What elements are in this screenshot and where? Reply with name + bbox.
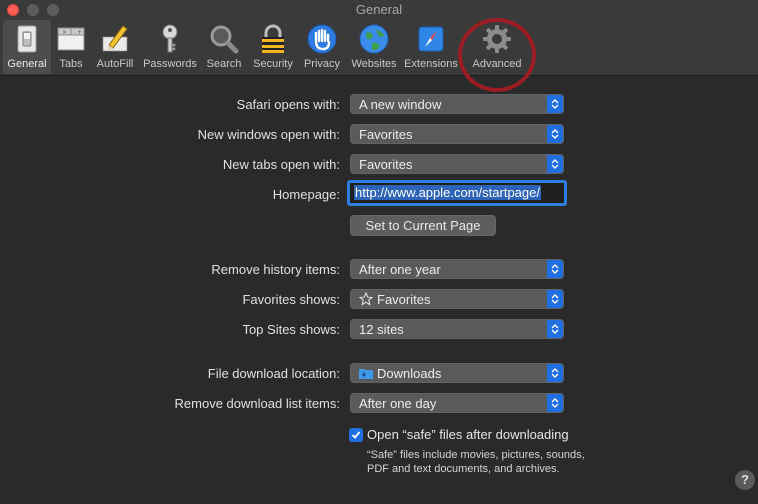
close-window-button[interactable]	[7, 4, 19, 16]
advanced-highlight-circle	[458, 18, 536, 92]
compass-puzzle-icon	[415, 23, 447, 55]
remove-download-list-label: Remove download list items:	[174, 396, 340, 411]
top-sites-row: Top Sites shows: 12 sites	[0, 319, 758, 341]
favorites-shows-popup[interactable]: Favorites	[350, 289, 564, 309]
homepage-label: Homepage:	[272, 187, 340, 202]
new-tabs-row: New tabs open with: Favorites	[0, 154, 758, 176]
tab-privacy[interactable]: Privacy	[300, 20, 344, 74]
checkmark-icon	[351, 431, 361, 439]
popup-arrows-icon	[547, 320, 563, 338]
remove-history-label: Remove history items:	[211, 262, 340, 277]
popup-arrows-icon	[547, 95, 563, 113]
new-windows-row: New windows open with: Favorites	[0, 124, 758, 146]
svg-text:+: +	[77, 29, 82, 36]
general-switch-icon	[11, 23, 43, 55]
favorites-shows-label: Favorites shows:	[242, 292, 340, 307]
remove-download-list-row: Remove download list items: After one da…	[0, 393, 758, 415]
safari-opens-with-popup[interactable]: A new window	[350, 94, 564, 114]
popup-arrows-icon	[547, 125, 563, 143]
download-location-popup[interactable]: Downloads	[350, 363, 564, 383]
popup-arrows-icon	[547, 364, 563, 382]
magnifier-icon	[208, 23, 240, 55]
key-icon	[154, 23, 186, 55]
padlock-icon	[257, 23, 289, 55]
tab-general[interactable]: General	[3, 20, 51, 74]
svg-text:×: ×	[62, 29, 67, 36]
popup-arrows-icon	[547, 260, 563, 278]
top-sites-popup[interactable]: 12 sites	[350, 319, 564, 339]
tab-passwords[interactable]: Passwords	[140, 20, 200, 74]
popup-arrows-icon	[547, 290, 563, 308]
star-icon	[358, 291, 374, 309]
homepage-field[interactable]: http://www.apple.com/startpage/	[347, 180, 567, 206]
tab-tabs[interactable]: × + Tabs	[52, 20, 90, 74]
new-tabs-label: New tabs open with:	[222, 157, 340, 172]
safe-files-note: “Safe” files include movies, pictures, s…	[367, 449, 585, 475]
popup-arrows-icon	[547, 394, 563, 412]
safari-opens-with-row: Safari opens with: A new window	[0, 94, 758, 116]
downloads-folder-icon	[359, 367, 373, 379]
tab-extensions[interactable]: Extensions	[403, 20, 459, 74]
tab-security[interactable]: Security	[249, 20, 297, 74]
tab-websites[interactable]: Websites	[347, 20, 401, 74]
tabs-icon: × +	[55, 23, 87, 55]
download-location-row: File download location: Downloads	[0, 363, 758, 385]
globe-icon	[358, 23, 390, 55]
new-windows-popup[interactable]: Favorites	[350, 124, 564, 144]
hand-icon	[306, 23, 338, 55]
set-to-current-page-button[interactable]: Set to Current Page	[350, 215, 496, 236]
zoom-window-button[interactable]	[47, 4, 59, 16]
tab-autofill[interactable]: AutoFill	[92, 20, 138, 74]
remove-history-popup[interactable]: After one year	[350, 259, 564, 279]
title-bar: General	[0, 0, 758, 20]
tab-search[interactable]: Search	[202, 20, 246, 74]
popup-arrows-icon	[547, 155, 563, 173]
help-button[interactable]: ?	[735, 470, 755, 490]
new-tabs-popup[interactable]: Favorites	[350, 154, 564, 174]
window-title: General	[355, 2, 403, 17]
safari-opens-with-label: Safari opens with:	[236, 97, 340, 112]
top-sites-label: Top Sites shows:	[242, 322, 340, 337]
remove-download-list-popup[interactable]: After one day	[350, 393, 564, 413]
minimize-window-button[interactable]	[27, 4, 39, 16]
remove-history-row: Remove history items: After one year	[0, 259, 758, 281]
download-location-label: File download location:	[207, 366, 340, 381]
autofill-pencil-icon	[99, 23, 131, 55]
open-safe-files-label[interactable]: Open “safe” files after downloading	[367, 427, 569, 442]
favorites-shows-row: Favorites shows: Favorites	[0, 289, 758, 311]
open-safe-files-checkbox[interactable]	[349, 428, 363, 442]
preferences-toolbar: General × + Tabs AutoFill Passwords Sear…	[0, 20, 758, 76]
new-windows-label: New windows open with:	[197, 127, 340, 142]
